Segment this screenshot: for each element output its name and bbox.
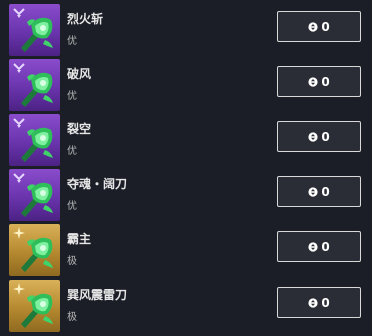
quantity-stepper[interactable]: 0 (277, 121, 361, 152)
item-name: 霸主 (67, 232, 92, 246)
stepper-icon (308, 297, 318, 308)
list-item: 烈火斩优 0 (0, 4, 372, 56)
item-thumbnail[interactable] (9, 224, 60, 276)
list-item: 霸主极 0 (0, 224, 372, 276)
quantity-value: 0 (321, 74, 330, 89)
quantity-stepper[interactable]: 0 (277, 11, 361, 42)
item-grade: 优 (67, 36, 77, 47)
item-list: 烈火斩优 0 破风优 0 裂空优 0 夺魂・阔刀优 0 霸主极 0 巽风震雷刀极 0 (0, 0, 372, 336)
stepper-icon (308, 186, 318, 197)
stepper-icon (308, 21, 318, 32)
item-thumbnail[interactable] (9, 169, 60, 221)
quantity-stepper[interactable]: 0 (277, 66, 361, 97)
item-name: 巽风震雷刀 (67, 288, 128, 302)
item-art-icon (21, 237, 53, 272)
stepper-icon (308, 76, 318, 87)
item-thumbnail[interactable] (9, 114, 60, 166)
quantity-stepper[interactable]: 0 (277, 231, 361, 262)
list-item: 裂空优 0 (0, 114, 372, 166)
list-item: 夺魂・阔刀优 0 (0, 169, 372, 221)
item-art-icon (21, 182, 53, 217)
stepper-icon (308, 131, 318, 142)
item-art-icon (21, 17, 53, 52)
item-grade: 优 (67, 146, 77, 157)
item-art-icon (21, 72, 53, 107)
item-name: 夺魂・阔刀 (67, 177, 128, 191)
item-grade: 优 (67, 201, 77, 212)
list-item: 巽风震雷刀极 0 (0, 280, 372, 332)
item-name: 裂空 (67, 122, 92, 136)
item-name: 破风 (67, 67, 92, 81)
item-grade: 优 (67, 91, 77, 102)
quantity-value: 0 (321, 184, 330, 199)
item-art-icon (21, 293, 53, 328)
item-thumbnail[interactable] (9, 4, 60, 56)
item-grade: 极 (67, 256, 77, 267)
quantity-value: 0 (321, 239, 330, 254)
quantity-value: 0 (321, 129, 330, 144)
item-thumbnail[interactable] (9, 59, 60, 111)
quantity-value: 0 (321, 295, 330, 310)
quantity-stepper[interactable]: 0 (277, 176, 361, 207)
list-item: 破风优 0 (0, 59, 372, 111)
item-art-icon (21, 127, 53, 162)
quantity-value: 0 (321, 19, 330, 34)
quantity-stepper[interactable]: 0 (277, 287, 361, 318)
item-name: 烈火斩 (67, 12, 104, 26)
item-grade: 极 (67, 312, 77, 323)
item-thumbnail[interactable] (9, 280, 60, 332)
stepper-icon (308, 241, 318, 252)
